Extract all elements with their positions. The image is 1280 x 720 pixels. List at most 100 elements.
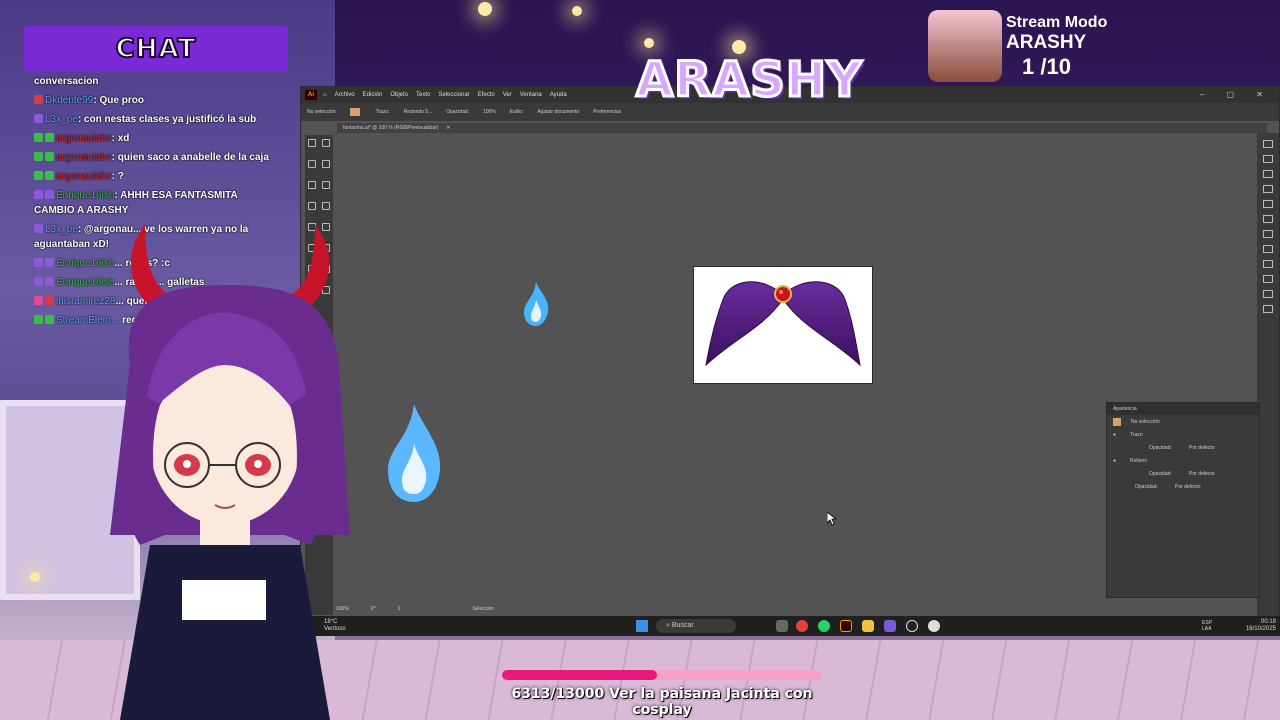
eye-icon[interactable]: ● [1113, 432, 1116, 438]
layers-icon[interactable] [1263, 155, 1273, 163]
illustrator-app-icon: Ai [305, 90, 317, 100]
chat-username[interactable]: L3x_pe [45, 224, 78, 235]
chat-header: CHAT [24, 26, 288, 72]
string-light [644, 38, 654, 48]
panel-row[interactable]: ● Trazo [1107, 428, 1259, 441]
menu-efecto[interactable]: Efecto [478, 92, 495, 98]
panel-row-value: Por defecto [1175, 483, 1201, 490]
whatsapp-icon[interactable] [818, 620, 830, 632]
app-icon[interactable] [928, 620, 940, 632]
document-tab-bar: fantasma.ai* @ 100 % (RGB/Previsualizar)… [337, 123, 1267, 133]
panel-row-value: Por defecto [1189, 470, 1215, 477]
lasso-tool-icon[interactable] [322, 160, 330, 168]
obs-icon[interactable] [906, 620, 918, 632]
menu-archivo[interactable]: Archivo [335, 92, 355, 98]
selection-tool-icon[interactable] [308, 139, 316, 147]
goal-text: 6313/13000 Ver la paisana Jacinta con co… [511, 686, 813, 718]
badge-icon [34, 224, 43, 233]
pen-tool-icon[interactable] [308, 181, 316, 189]
chat-username[interactable]: argonautalvr [56, 171, 112, 182]
artboard[interactable] [693, 266, 873, 384]
chat-username[interactable]: Enrique16ish [56, 190, 114, 201]
curvature-tool-icon[interactable] [322, 181, 330, 189]
home-icon[interactable]: ⌂ [323, 92, 327, 98]
line-tool-icon[interactable] [322, 202, 330, 210]
fill-swatch[interactable] [349, 108, 360, 116]
artboard-number[interactable]: 1 [398, 606, 401, 612]
brush-select[interactable]: Redondo 5... [404, 109, 433, 115]
eye-icon[interactable]: ● [1113, 458, 1116, 464]
badge-icon [45, 315, 54, 324]
system-tray[interactable]: ESP LAA [1202, 620, 1212, 632]
swatches-icon[interactable] [1263, 200, 1273, 208]
chat-message: L3x_pe: con nestas clases ya justificó l… [34, 112, 270, 127]
document-tab[interactable]: fantasma.ai* @ 100 % (RGB/Previsualizar) [343, 125, 438, 131]
chat-username[interactable]: Dkdente99 [45, 95, 93, 106]
menu-edicion[interactable]: Edición [363, 92, 383, 98]
chat-message: argonautalvr: xd [34, 131, 270, 146]
chat-username[interactable]: argonautalvr [56, 133, 112, 144]
badge-icon [45, 133, 54, 142]
chat-message-text: : Que proo [93, 95, 144, 106]
color-icon[interactable] [1263, 185, 1273, 193]
clock-time: 00:18 [1260, 619, 1276, 625]
menu-ayuda[interactable]: Ayuda [550, 92, 567, 98]
opacity-label: Opacidad: [446, 109, 470, 115]
clock-date: 16/10/2025 [1245, 626, 1276, 632]
menu-ventana[interactable]: Ventana [520, 92, 542, 98]
panel-row[interactable]: Opacidad: Por defecto [1107, 480, 1259, 493]
chat-message: Dkdente99: Que proo [34, 93, 270, 108]
transparency-icon[interactable] [1263, 275, 1273, 283]
vtuber-avatar [110, 225, 350, 720]
appearance-icon[interactable] [1263, 290, 1273, 298]
clock[interactable]: 00:18 16/10/2025 [1246, 619, 1276, 633]
panel-row[interactable]: ● Relleno [1107, 454, 1259, 467]
menu-texto[interactable]: Texto [416, 92, 430, 98]
panel-header: No selección [1131, 418, 1160, 425]
panel-row-value: Por defecto [1189, 444, 1215, 451]
adjust-document-button[interactable]: Ajustar documento [537, 109, 579, 115]
stroke-icon[interactable] [1263, 245, 1273, 253]
symbols-icon[interactable] [1263, 230, 1273, 238]
task-view-icon[interactable] [776, 620, 788, 632]
ghost-wings-artwork[interactable] [694, 267, 874, 385]
libraries-icon[interactable] [1263, 170, 1273, 178]
rotation-value[interactable]: 0° [371, 606, 376, 612]
window-controls[interactable]: – ▢ ✕ [1200, 90, 1273, 99]
style-label[interactable]: Estilo: [510, 109, 524, 115]
windows-taskbar: 18°C Ventoso ⌕ Buscar ESP LAA 00:18 16/1… [300, 616, 1280, 636]
opacity-input[interactable]: 100% [483, 109, 496, 115]
brushes-icon[interactable] [1263, 215, 1273, 223]
chat-message-text: : quien saco a anabelle de la caja [111, 152, 269, 163]
blue-flame-icon [524, 282, 549, 326]
badge-icon [34, 95, 43, 104]
properties-icon[interactable] [1263, 140, 1273, 148]
gradient-icon[interactable] [1263, 260, 1273, 268]
discord-icon[interactable] [884, 620, 896, 632]
chat-message-text: : ? [111, 171, 124, 182]
taskbar-search[interactable]: ⌕ Buscar [656, 619, 736, 633]
file-explorer-icon[interactable] [862, 620, 874, 632]
close-tab-icon[interactable]: ✕ [446, 125, 450, 131]
chat-username[interactable]: L3x_pe [45, 114, 78, 125]
stroke-label[interactable]: Trazo: [376, 109, 390, 115]
align-icon[interactable] [1263, 305, 1273, 313]
badge-icon [45, 258, 54, 267]
preferences-button[interactable]: Preferencias [593, 109, 621, 115]
panel-row-label: Relleno [1130, 457, 1147, 464]
menu-seleccionar[interactable]: Seleccionar [438, 92, 469, 98]
badge-icon [45, 152, 54, 161]
illustrator-taskbar-icon[interactable] [840, 620, 852, 632]
magic-wand-tool-icon[interactable] [308, 160, 316, 168]
menu-ver[interactable]: Ver [503, 92, 512, 98]
panel-row[interactable]: Opacidad: Por defecto [1107, 441, 1259, 454]
badge-icon [34, 277, 43, 286]
chrome-icon[interactable] [796, 620, 808, 632]
chat-username[interactable]: argonautalvr [56, 152, 112, 163]
windows-start-icon[interactable] [636, 620, 648, 632]
panel-row[interactable]: Opacidad: Por defecto [1107, 467, 1259, 480]
panel-row-label: Opacidad: [1149, 470, 1172, 477]
type-tool-icon[interactable] [308, 202, 316, 210]
menu-objeto[interactable]: Objeto [390, 92, 408, 98]
direct-selection-tool-icon[interactable] [322, 139, 330, 147]
